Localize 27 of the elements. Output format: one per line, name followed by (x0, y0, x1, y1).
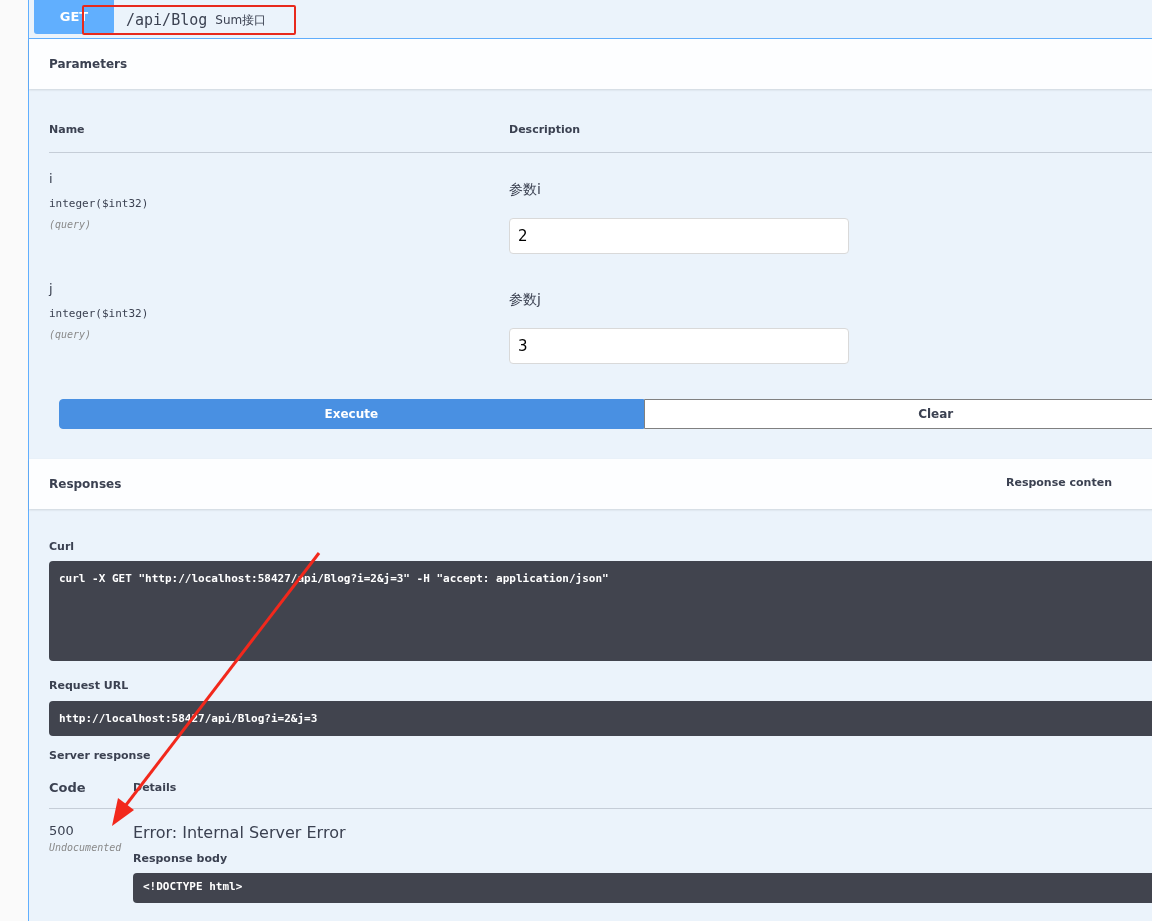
column-header: Name (49, 122, 86, 138)
parameter-location: (query) (49, 327, 93, 342)
column-header: Code (49, 779, 87, 797)
request-url-label: Request URL (49, 678, 130, 694)
section-title: Parameters (49, 56, 128, 73)
parameter-name: i (49, 169, 54, 188)
error-message: Error: Internal Server Error (133, 821, 347, 844)
server-response-label: Server response (49, 747, 152, 764)
parameter-description: 参数i (509, 179, 542, 199)
parameter-location: (query) (49, 217, 93, 232)
response-body: <!DOCTYPE html> (133, 873, 1152, 903)
parameter-description: 参数j (509, 289, 542, 309)
parameter-type: integer($int32) (49, 306, 150, 322)
clear-button[interactable]: Clear (643, 398, 1152, 429)
parameter-name: j (49, 279, 54, 298)
endpoint-summary: Sum接口 (215, 12, 267, 29)
parameter-type: integer($int32) (49, 196, 150, 212)
section-title: Responses (49, 475, 122, 493)
input-field[interactable]: 3 (509, 327, 849, 364)
status-code: 500 (49, 821, 75, 840)
curl-label: Curl (49, 538, 76, 555)
input-field[interactable]: 2 (509, 217, 849, 254)
endpoint-path: /api/Blog (126, 10, 208, 31)
response-body-label: Response body (133, 850, 229, 867)
code-note: Undocumented (49, 841, 123, 855)
column-header: Description (509, 122, 581, 138)
response-content-type-label: Response conten (1005, 475, 1113, 492)
